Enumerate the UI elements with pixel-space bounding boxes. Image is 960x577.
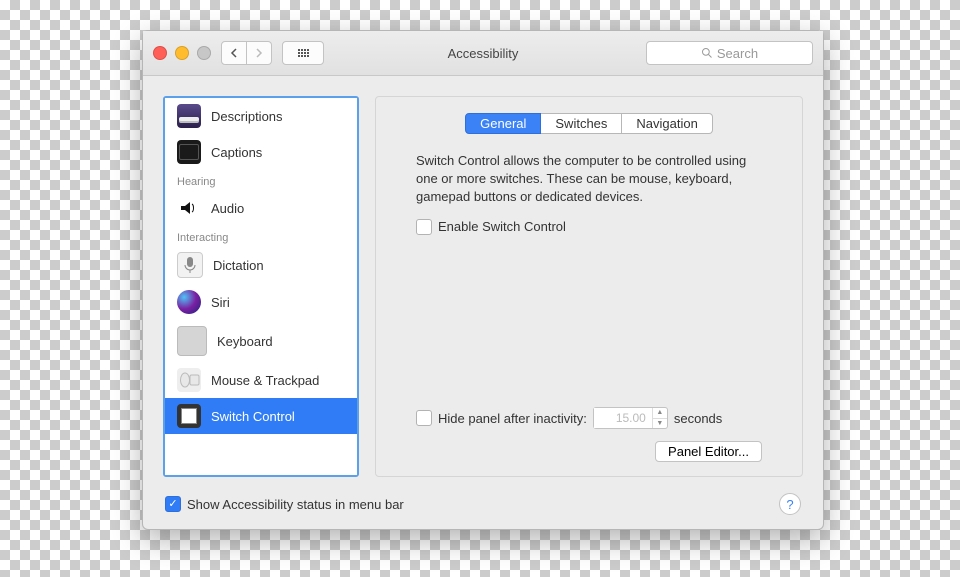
titlebar: Accessibility Search	[143, 31, 823, 76]
sidebar-item-dictation[interactable]: Dictation	[165, 246, 357, 284]
hide-panel-row: Hide panel after inactivity: ▲ ▼ seconds	[416, 407, 762, 429]
window-controls	[153, 46, 211, 60]
content-area: Descriptions Captions Hearing Audio Inte…	[143, 76, 823, 485]
show-status-checkbox[interactable]	[165, 496, 181, 512]
siri-icon	[177, 290, 201, 314]
switch-control-icon	[177, 404, 201, 428]
show-status-label: Show Accessibility status in menu bar	[187, 497, 404, 512]
tab-bar: General Switches Navigation	[465, 113, 713, 134]
show-all-button[interactable]	[282, 41, 324, 65]
sidebar-item-mouse-trackpad[interactable]: Mouse & Trackpad	[165, 362, 357, 398]
hide-panel-label: Hide panel after inactivity:	[438, 411, 587, 426]
chevron-left-icon	[230, 48, 238, 58]
sidebar-item-captions[interactable]: Captions	[165, 134, 357, 170]
stepper-up-icon[interactable]: ▲	[653, 408, 667, 419]
sidebar-item-label: Switch Control	[211, 409, 295, 424]
forward-button[interactable]	[247, 41, 272, 65]
sidebar-item-siri[interactable]: Siri	[165, 284, 357, 320]
search-placeholder: Search	[717, 46, 758, 61]
sidebar-item-label: Audio	[211, 201, 244, 216]
sidebar-item-label: Keyboard	[217, 334, 273, 349]
close-window-button[interactable]	[153, 46, 167, 60]
sidebar-item-label: Descriptions	[211, 109, 283, 124]
hide-panel-seconds-field[interactable]: ▲ ▼	[593, 407, 668, 429]
hide-panel-unit: seconds	[674, 411, 722, 426]
hide-panel-seconds-input[interactable]	[594, 408, 652, 428]
tab-switches[interactable]: Switches	[541, 113, 622, 134]
sidebar-section-hearing: Hearing	[165, 170, 357, 190]
search-input[interactable]: Search	[646, 41, 813, 65]
footer: Show Accessibility status in menu bar ?	[143, 485, 823, 529]
keyboard-icon	[177, 326, 207, 356]
help-button[interactable]: ?	[779, 493, 801, 515]
chevron-right-icon	[255, 48, 263, 58]
seconds-stepper[interactable]: ▲ ▼	[652, 408, 667, 428]
captions-icon	[177, 140, 201, 164]
nav-buttons	[221, 41, 272, 65]
sidebar-item-keyboard[interactable]: Keyboard	[165, 320, 357, 362]
minimize-window-button[interactable]	[175, 46, 189, 60]
dictation-icon	[177, 252, 203, 278]
tab-navigation[interactable]: Navigation	[622, 113, 712, 134]
sidebar-item-label: Mouse & Trackpad	[211, 373, 319, 388]
audio-icon	[177, 196, 201, 220]
enable-switch-control-checkbox[interactable]	[416, 219, 432, 235]
sidebar-item-audio[interactable]: Audio	[165, 190, 357, 226]
mouse-trackpad-icon	[177, 368, 201, 392]
sidebar-item-label: Siri	[211, 295, 230, 310]
sidebar-scroll[interactable]: Descriptions Captions Hearing Audio Inte…	[165, 98, 357, 475]
grid-icon	[298, 49, 309, 57]
sidebar-item-label: Dictation	[213, 258, 264, 273]
sidebar-item-descriptions[interactable]: Descriptions	[165, 98, 357, 134]
panel-editor-button[interactable]: Panel Editor...	[655, 441, 762, 462]
panel-description: Switch Control allows the computer to be…	[416, 152, 762, 207]
sidebar: Descriptions Captions Hearing Audio Inte…	[163, 96, 359, 477]
settings-panel: General Switches Navigation Switch Contr…	[375, 96, 803, 477]
back-button[interactable]	[221, 41, 247, 65]
sidebar-section-interacting: Interacting	[165, 226, 357, 246]
accessibility-window: Accessibility Search Descriptions Captio…	[142, 30, 824, 530]
enable-switch-control-label: Enable Switch Control	[438, 219, 566, 234]
hide-panel-checkbox[interactable]	[416, 410, 432, 426]
sidebar-item-label: Captions	[211, 145, 262, 160]
sidebar-item-switch-control[interactable]: Switch Control	[165, 398, 357, 434]
descriptions-icon	[177, 104, 201, 128]
tab-general[interactable]: General	[465, 113, 541, 134]
stepper-down-icon[interactable]: ▼	[653, 419, 667, 429]
zoom-window-button[interactable]	[197, 46, 211, 60]
enable-switch-control-row: Enable Switch Control	[416, 219, 762, 235]
search-icon	[701, 47, 713, 59]
